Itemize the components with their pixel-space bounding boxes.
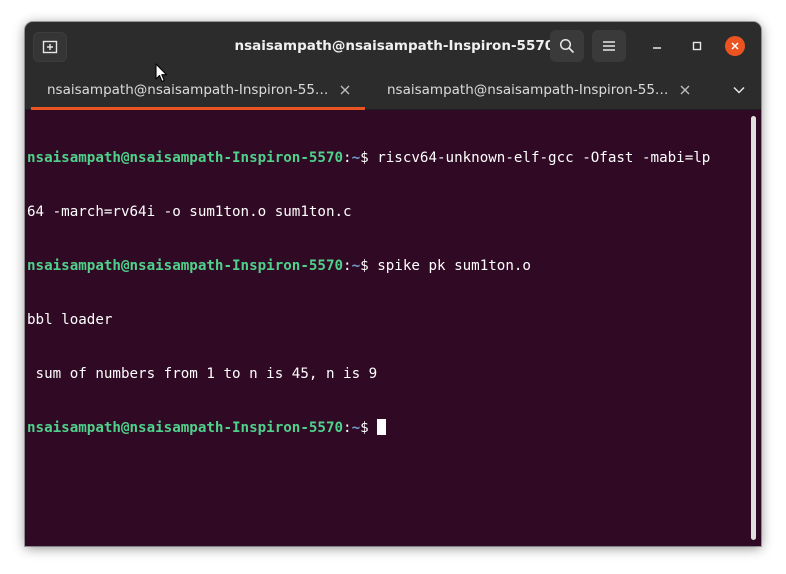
command-text: spike pk sum1ton.o bbox=[368, 258, 531, 274]
prompt-symbol: $ bbox=[360, 150, 369, 166]
tab-1[interactable]: nsaisampath@nsaisampath-Inspiron-55… bbox=[25, 70, 365, 110]
tab-close-button[interactable] bbox=[335, 80, 355, 100]
minimize-button[interactable] bbox=[647, 36, 667, 56]
tab-label: nsaisampath@nsaisampath-Inspiron-55… bbox=[47, 82, 329, 98]
chevron-down-icon bbox=[733, 86, 745, 94]
maximize-icon bbox=[692, 41, 702, 51]
text-cursor bbox=[377, 419, 387, 435]
close-icon bbox=[340, 85, 350, 95]
new-tab-icon bbox=[42, 40, 58, 54]
terminal-line: nsaisampath@nsaisampath-Inspiron-5570:~$… bbox=[27, 257, 752, 275]
tab-2[interactable]: nsaisampath@nsaisampath-Inspiron-55… bbox=[365, 70, 705, 110]
close-button[interactable] bbox=[725, 36, 745, 56]
prompt-separator: : bbox=[343, 420, 352, 436]
prompt-separator: : bbox=[343, 258, 352, 274]
tab-close-button[interactable] bbox=[675, 80, 695, 100]
prompt-user: nsaisampath@nsaisampath-Inspiron-5570 bbox=[27, 258, 344, 274]
command-text: riscv64-unknown-elf-gcc -Ofast -mabi=lp bbox=[368, 150, 711, 166]
prompt-user: nsaisampath@nsaisampath-Inspiron-5570 bbox=[27, 150, 344, 166]
mouse-pointer-icon bbox=[155, 63, 168, 83]
command-text: 64 -march=rv64i -o sum1ton.o sum1ton.c bbox=[27, 204, 352, 220]
terminal-line: sum of numbers from 1 to n is 45, n is 9 bbox=[27, 365, 752, 383]
output-text: sum of numbers from 1 to n is 45, n is 9 bbox=[27, 366, 378, 382]
close-icon bbox=[731, 42, 739, 50]
tabs-dropdown-button[interactable] bbox=[725, 80, 753, 100]
terminal-output: nsaisampath@nsaisampath-Inspiron-5570:~$… bbox=[27, 113, 752, 473]
minimize-icon bbox=[653, 47, 661, 49]
title-bar[interactable]: nsaisampath@nsaisampath-Inspiron-5570: ~ bbox=[25, 22, 761, 70]
close-icon bbox=[680, 85, 690, 95]
terminal-window: nsaisampath@nsaisampath-Inspiron-5570: ~ bbox=[25, 22, 761, 546]
prompt-user: nsaisampath@nsaisampath-Inspiron-5570 bbox=[27, 420, 344, 436]
search-button[interactable] bbox=[550, 30, 584, 62]
prompt-separator: : bbox=[343, 150, 352, 166]
terminal-line: 64 -march=rv64i -o sum1ton.o sum1ton.c bbox=[27, 203, 752, 221]
prompt-symbol: $ bbox=[360, 258, 369, 274]
terminal-area[interactable]: nsaisampath@nsaisampath-Inspiron-5570:~$… bbox=[25, 110, 761, 546]
output-text: bbl loader bbox=[27, 312, 113, 328]
search-icon bbox=[559, 38, 575, 54]
prompt-path: ~ bbox=[351, 150, 361, 166]
new-tab-button[interactable] bbox=[33, 32, 67, 62]
tab-bar: nsaisampath@nsaisampath-Inspiron-55… nsa… bbox=[25, 70, 761, 110]
terminal-line: nsaisampath@nsaisampath-Inspiron-5570:~$ bbox=[27, 419, 752, 437]
hamburger-menu-icon bbox=[603, 41, 615, 51]
menu-button[interactable] bbox=[592, 30, 626, 62]
tab-label: nsaisampath@nsaisampath-Inspiron-55… bbox=[387, 82, 669, 98]
scrollbar[interactable] bbox=[751, 116, 756, 540]
maximize-button[interactable] bbox=[687, 36, 707, 56]
prompt-symbol: $ bbox=[360, 420, 369, 436]
terminal-line: nsaisampath@nsaisampath-Inspiron-5570:~$… bbox=[27, 149, 752, 167]
terminal-line: bbl loader bbox=[27, 311, 752, 329]
prompt-path: ~ bbox=[351, 420, 361, 436]
prompt-path: ~ bbox=[351, 258, 361, 274]
